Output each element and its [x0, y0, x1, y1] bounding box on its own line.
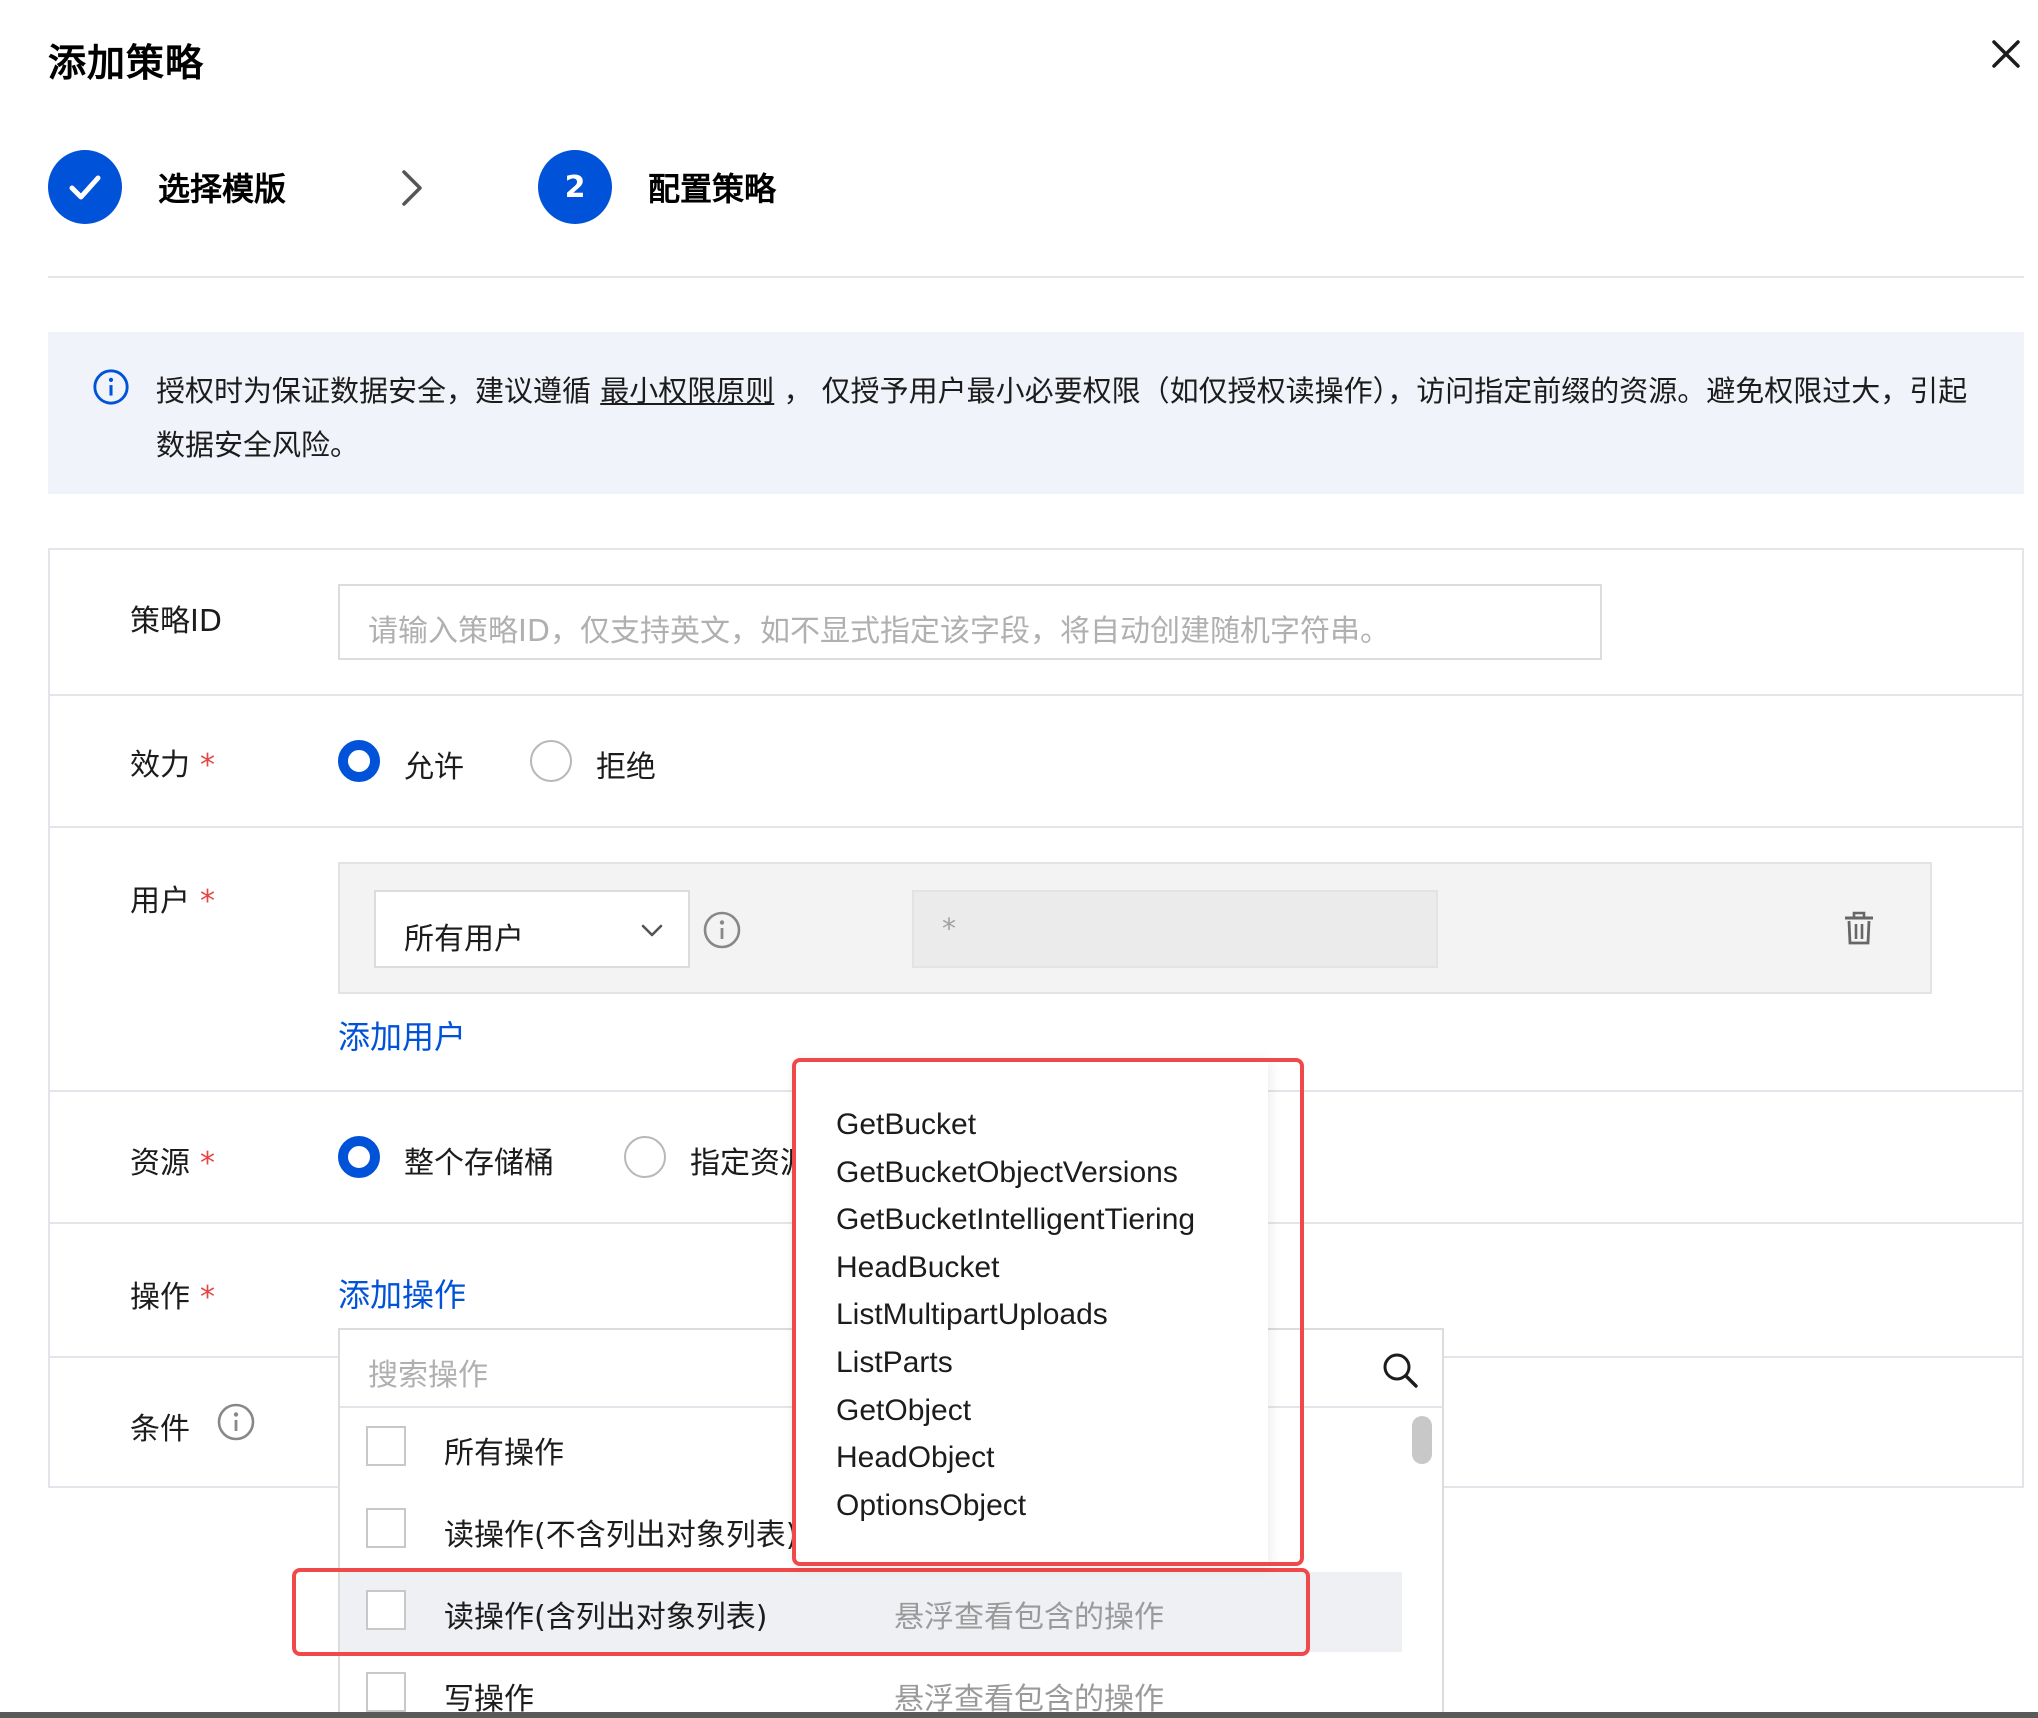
tooltip-action-item: GetBucketIntelligentTiering [836, 1203, 1196, 1237]
row-divider [50, 826, 2024, 828]
option-label: 读操作(不含列出对象列表) [444, 1518, 798, 1553]
read-no-list-checkbox[interactable] [366, 1508, 406, 1548]
required-mark: * [200, 1146, 215, 1181]
tooltip-action-item: GetBucketObjectVersions [836, 1155, 1178, 1189]
chevron-down-icon [641, 924, 663, 937]
tooltip-action-item: HeadBucket [836, 1250, 1000, 1284]
row-divider [50, 694, 2024, 696]
chevron-right-icon [402, 170, 422, 206]
notice-text: 授权时为保证数据安全，建议遵循 最小权限原则 ， 仅授予用户最小必要权限（如仅授… [156, 364, 1986, 472]
tooltip-action-item: OptionsObject [836, 1488, 1027, 1522]
all-actions-checkbox[interactable] [366, 1426, 406, 1466]
effect-allow-label: 允许 [404, 750, 464, 785]
search-icon[interactable] [1380, 1350, 1420, 1390]
write-checkbox[interactable] [366, 1672, 406, 1712]
resource-whole-bucket-label: 整个存储桶 [404, 1146, 554, 1181]
option-label: 所有操作 [444, 1436, 564, 1471]
action-label: 操作 * [130, 1272, 215, 1316]
step-1-label: 选择模版 [158, 170, 287, 208]
resource-label: 资源 * [130, 1138, 215, 1182]
check-icon [69, 175, 101, 200]
effect-deny-radio[interactable] [530, 740, 572, 782]
page-bottom-edge [0, 1712, 2038, 1718]
effect-label-text: 效力 [130, 748, 190, 783]
delete-icon[interactable] [1842, 910, 1876, 946]
step-2-number: 2 [538, 150, 612, 224]
resource-whole-bucket-radio[interactable] [338, 1136, 380, 1178]
info-icon[interactable] [216, 1402, 256, 1442]
action-label-text: 操作 [130, 1280, 190, 1315]
tooltip-action-item: ListMultipartUploads [836, 1298, 1108, 1332]
header-divider [48, 276, 2024, 278]
notice-text-before: 授权时为保证数据安全，建议遵循 [156, 374, 601, 408]
tooltip-action-item: GetBucket [836, 1108, 977, 1141]
highlight-box [292, 1568, 1310, 1656]
policy-id-label: 策略ID [130, 604, 222, 639]
step-2-label: 配置策略 [648, 170, 777, 208]
tooltip-action-item: GetObject [836, 1393, 972, 1427]
user-label-text: 用户 [130, 884, 190, 919]
add-user-link[interactable]: 添加用户 [338, 1012, 466, 1058]
tooltip-action-item: HeadObject [836, 1441, 995, 1475]
resource-label-text: 资源 [130, 1146, 190, 1181]
required-mark: * [200, 884, 215, 919]
add-policy-dialog: 添加策略 选择模版 2 配置策略 授权时为保证数据安全，建议遵循 最小权限原则 … [0, 0, 2038, 1718]
condition-label: 条件 [130, 1412, 190, 1447]
required-mark: * [200, 748, 215, 783]
close-icon[interactable] [1988, 36, 2024, 72]
least-privilege-link[interactable]: 最小权限原则 [600, 374, 774, 408]
user-value-input[interactable]: * [912, 890, 1438, 968]
info-icon[interactable] [702, 910, 742, 950]
policy-id-input[interactable]: 请输入策略ID，仅支持英文，如不显式指定该字段，将自动创建随机字符串。 [338, 584, 1602, 660]
user-label: 用户 * [130, 876, 215, 920]
step-1-done-icon [48, 150, 122, 224]
tooltip-action-item: ListParts [836, 1346, 953, 1379]
action-search-input[interactable]: 搜索操作 [368, 1350, 488, 1394]
effect-deny-label: 拒绝 [596, 750, 656, 785]
effect-label: 效力 * [130, 740, 215, 784]
required-mark: * [200, 1280, 215, 1315]
add-action-link[interactable]: 添加操作 [338, 1270, 466, 1316]
dialog-title: 添加策略 [48, 41, 205, 85]
dropdown-scrollbar[interactable] [1412, 1416, 1432, 1464]
resource-specific-radio[interactable] [624, 1136, 666, 1178]
info-icon [93, 369, 129, 405]
effect-allow-radio[interactable] [338, 740, 380, 782]
